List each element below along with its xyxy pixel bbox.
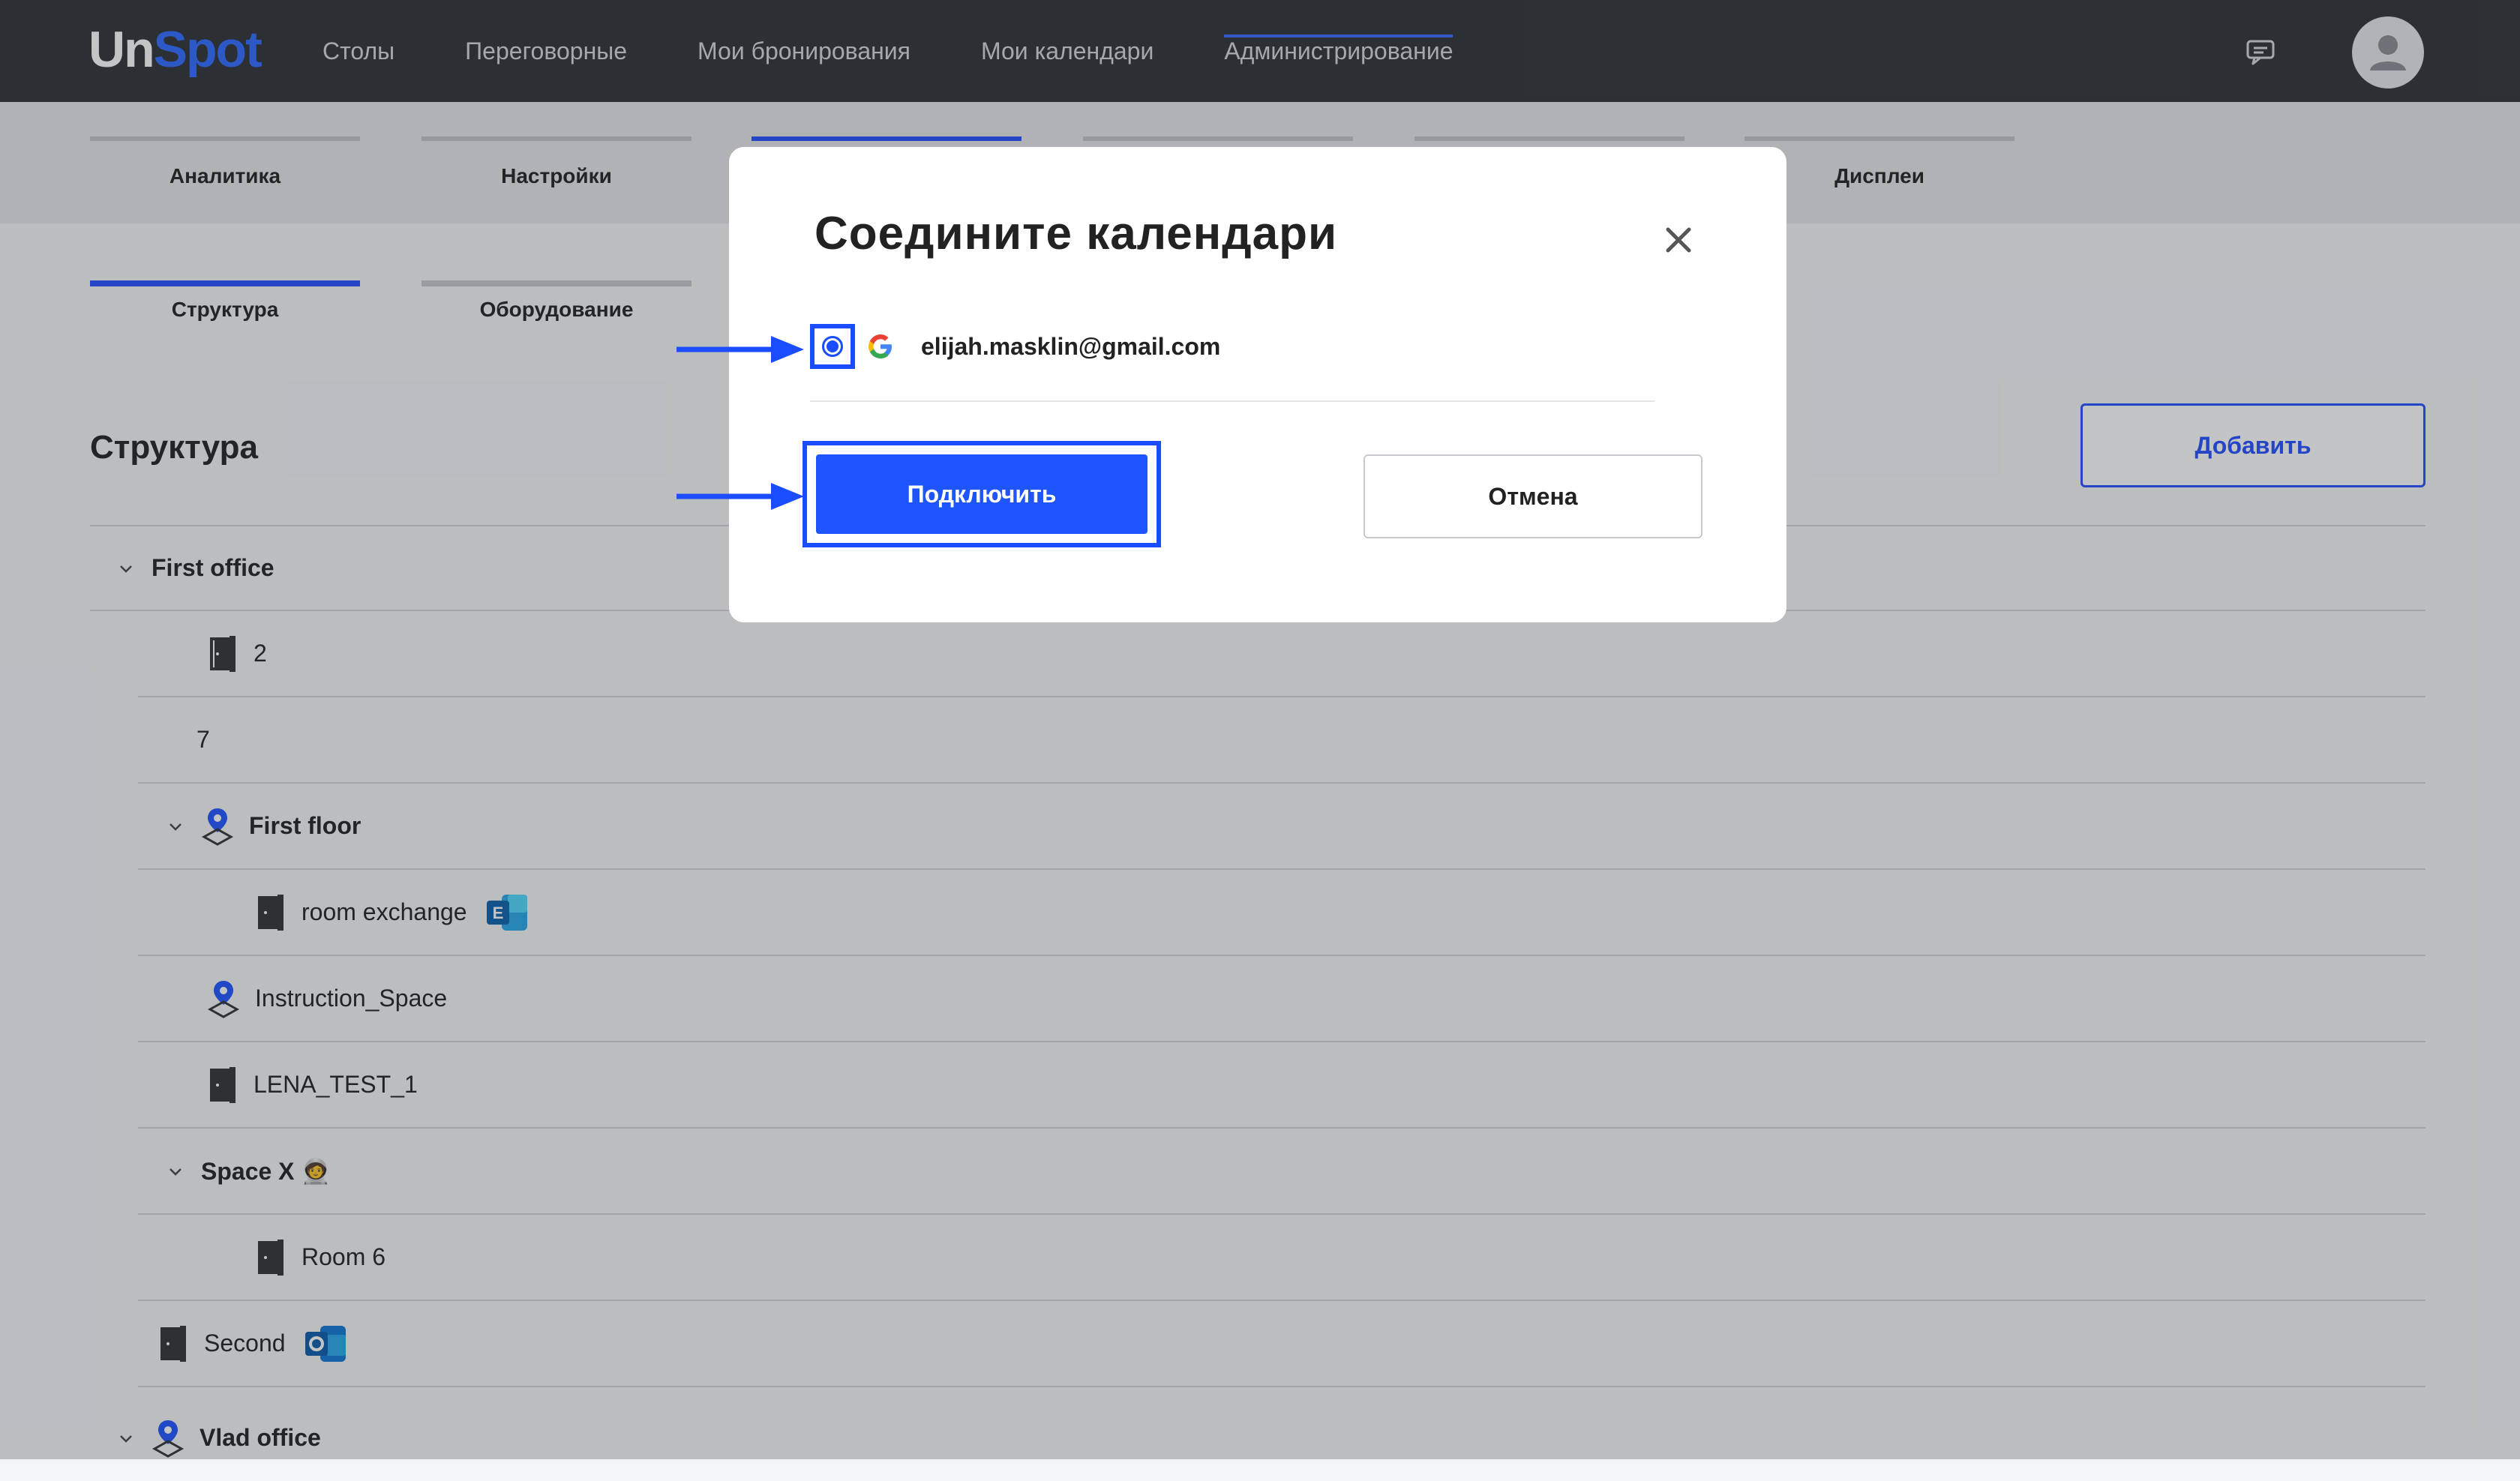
app-root: UnSpot Столы Переговорные Мои бронирован… bbox=[0, 0, 2520, 1459]
cancel-button[interactable]: Отмена bbox=[1364, 454, 1702, 538]
close-icon[interactable] bbox=[1662, 223, 1695, 256]
account-email: elijah.masklin@gmail.com bbox=[921, 333, 1221, 360]
annotation-arrow-icon bbox=[676, 336, 804, 363]
connect-button[interactable]: Подключить bbox=[816, 454, 1148, 534]
calendar-account-row[interactable]: elijah.masklin@gmail.com bbox=[810, 324, 1654, 402]
google-icon bbox=[868, 334, 892, 358]
modal-backdrop-top bbox=[0, 0, 2520, 102]
connect-button-highlight: Подключить bbox=[802, 441, 1161, 547]
connect-calendars-modal: Соедините календари elijah.masklin@gmail… bbox=[729, 147, 1786, 622]
account-radio-highlight[interactable] bbox=[810, 324, 855, 369]
annotation-arrow-icon bbox=[676, 483, 804, 510]
modal-title: Соедините календари bbox=[814, 208, 1338, 259]
radio-selected-dot bbox=[826, 340, 838, 352]
account-radio[interactable] bbox=[822, 336, 843, 357]
